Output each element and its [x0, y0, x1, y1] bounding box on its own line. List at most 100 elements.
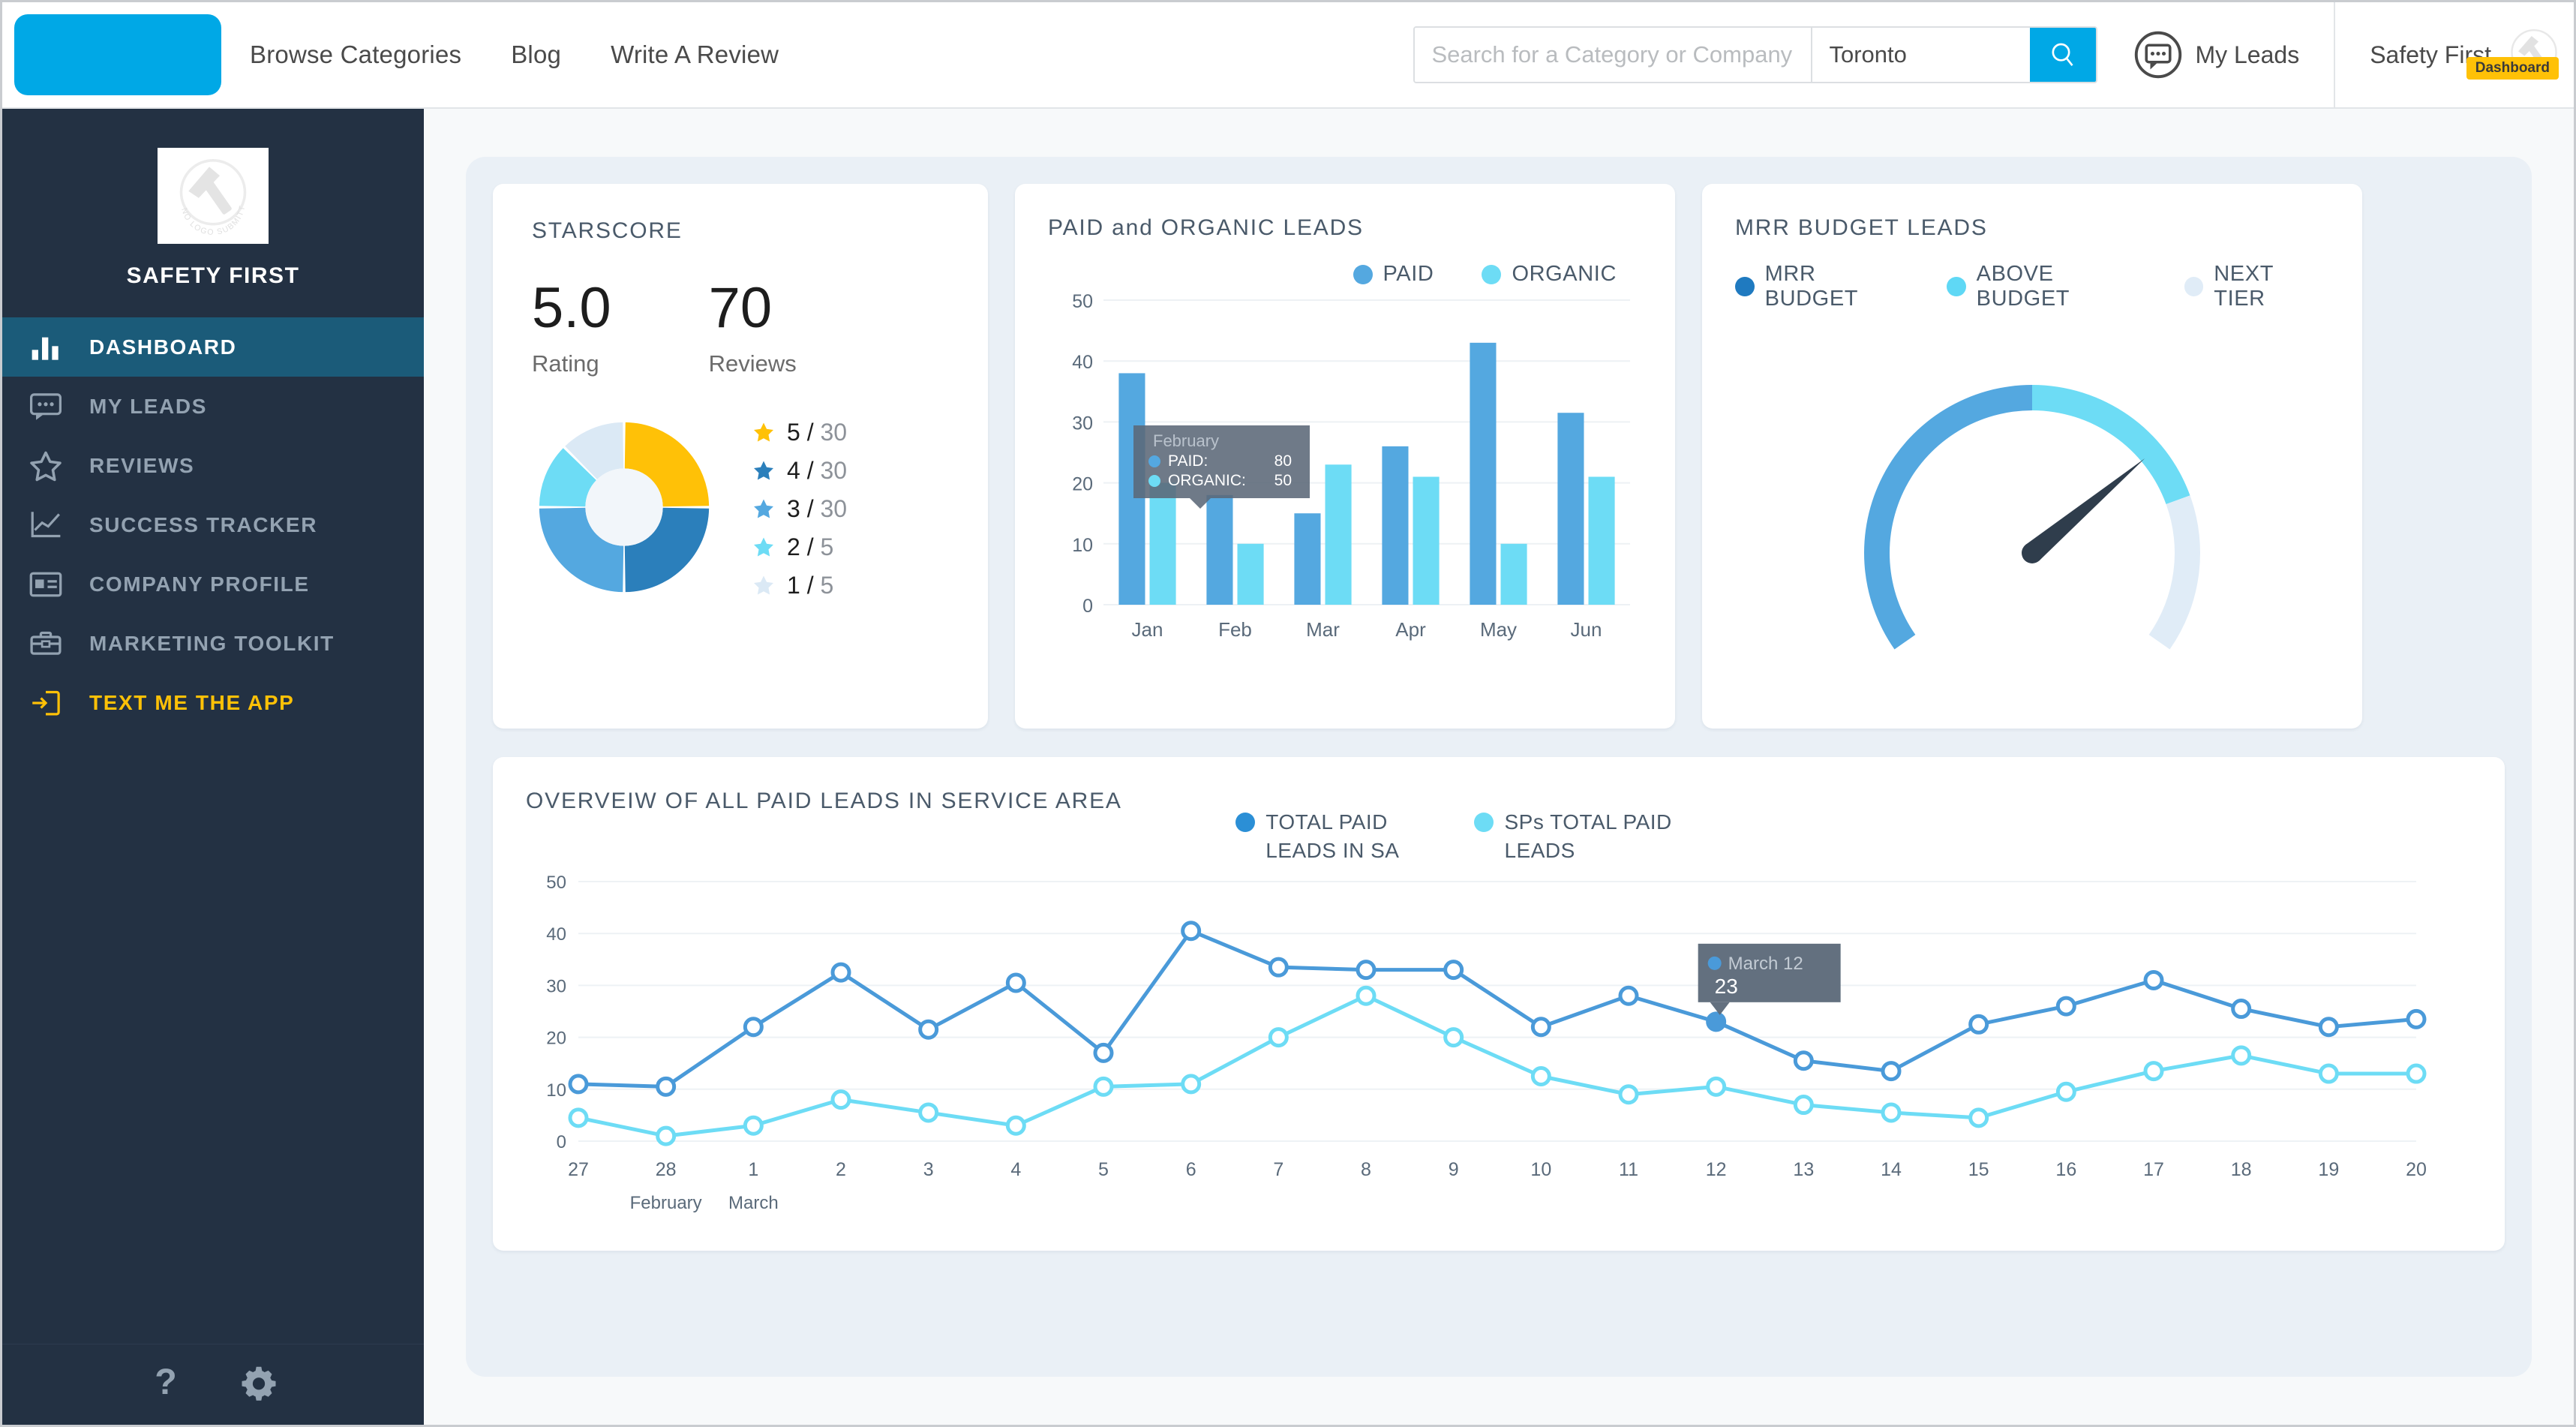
star-outline-icon	[25, 449, 67, 482]
data-point[interactable]	[1883, 1062, 1899, 1079]
sidebar-item-my-leads[interactable]: MY LEADS	[2, 377, 424, 436]
sidebar-item-success-tracker[interactable]: SUCCESS TRACKER	[2, 495, 424, 554]
data-point[interactable]	[1358, 987, 1374, 1004]
star-icon	[752, 574, 775, 596]
search-button[interactable]	[2030, 28, 2096, 82]
data-point[interactable]	[1007, 1117, 1024, 1134]
mrr-budget-gauge	[1830, 328, 2235, 680]
id-card-icon	[25, 569, 67, 599]
data-point[interactable]	[2320, 1018, 2337, 1035]
data-point[interactable]	[1795, 1096, 1812, 1113]
data-point[interactable]	[1620, 987, 1637, 1004]
data-point[interactable]	[1446, 961, 1462, 978]
legend-item-sps-total-paid-leads[interactable]: SPs TOTAL PAID LEADS	[1474, 808, 1671, 865]
gauge-segment-mrr-budget	[1864, 385, 2032, 649]
gear-icon[interactable]	[240, 1364, 278, 1405]
bar-paid[interactable]	[1557, 413, 1584, 605]
chat-bubble-icon	[2133, 30, 2183, 80]
data-point[interactable]	[1620, 1086, 1637, 1102]
location-input[interactable]	[1812, 28, 2030, 82]
data-point[interactable]	[833, 1091, 849, 1107]
data-point[interactable]	[2233, 1047, 2250, 1063]
user-menu[interactable]: Safety First NO LOGO SUBMITTED Dashbo	[2334, 2, 2574, 107]
data-point[interactable]	[1971, 1109, 1987, 1125]
x-axis-tick: 15	[1968, 1159, 1989, 1180]
brand-logo[interactable]	[14, 14, 221, 95]
legend-dot-icon	[1474, 813, 1494, 832]
legend-item-mrr-budget[interactable]: MRR BUDGET	[1735, 262, 1914, 311]
data-point[interactable]	[570, 1075, 587, 1092]
legend-item-total-paid-leads-in-sa[interactable]: TOTAL PAID LEADS IN SA	[1235, 808, 1399, 865]
starscore-title: STARSCORE	[532, 218, 949, 244]
dashboard-panel: STARSCORE 5.0 Rating 70 Reviews 5	[466, 157, 2532, 1377]
bar-paid[interactable]	[1470, 343, 1496, 605]
data-point[interactable]	[1708, 1013, 1725, 1029]
data-point[interactable]	[2058, 1083, 2074, 1100]
data-point[interactable]	[2408, 1065, 2424, 1082]
data-point[interactable]	[658, 1078, 674, 1095]
data-point[interactable]	[2145, 972, 2162, 988]
data-point[interactable]	[1270, 959, 1286, 975]
bar-organic[interactable]	[1501, 544, 1527, 605]
data-point[interactable]	[2233, 1000, 2250, 1017]
nav-link-browse-categories[interactable]: Browse Categories	[250, 41, 461, 69]
data-point[interactable]	[1533, 1068, 1549, 1084]
data-point[interactable]	[1183, 922, 1199, 939]
sidebar-item-dashboard[interactable]: DASHBOARD	[2, 317, 424, 377]
sidebar-item-reviews[interactable]: REVIEWS	[2, 436, 424, 495]
data-point[interactable]	[1095, 1044, 1112, 1061]
sidebar-item-marketing-toolkit[interactable]: MARKETING TOOLKIT	[2, 614, 424, 673]
legend-item-next-tier[interactable]: NEXT TIER	[2184, 262, 2329, 311]
data-point[interactable]	[745, 1018, 761, 1035]
nav-link-blog[interactable]: Blog	[511, 41, 561, 69]
line-chart-tooltip: March 1223	[1698, 943, 1841, 1014]
y-axis-tick: 10	[1072, 535, 1093, 556]
bar-organic[interactable]	[1150, 483, 1176, 605]
legend-item-paid[interactable]: PAID	[1353, 262, 1434, 287]
bar-organic[interactable]	[1413, 476, 1440, 605]
x-axis-tick: Mar	[1306, 618, 1340, 641]
data-point[interactable]	[920, 1021, 937, 1038]
data-point[interactable]	[1270, 1029, 1286, 1045]
bar-paid[interactable]	[1382, 446, 1408, 605]
data-point[interactable]	[1795, 1052, 1812, 1068]
x-axis-tick: 4	[1010, 1159, 1021, 1180]
gauge-needle	[2025, 458, 2145, 561]
data-point[interactable]	[1358, 961, 1374, 978]
sidebar-item-text-me-the-app[interactable]: TEXT ME THE APP	[2, 673, 424, 732]
data-point[interactable]	[1183, 1075, 1199, 1092]
sidebar-menu: DASHBOARD MY LEADS	[2, 317, 424, 732]
sidebar-item-company-profile[interactable]: COMPANY PROFILE	[2, 554, 424, 614]
data-point[interactable]	[2408, 1011, 2424, 1027]
data-point[interactable]	[2058, 998, 2074, 1014]
data-point[interactable]	[1007, 975, 1024, 991]
data-point[interactable]	[920, 1104, 937, 1121]
legend-item-organic[interactable]: ORGANIC	[1482, 262, 1617, 287]
data-point[interactable]	[570, 1109, 587, 1125]
my-leads-link[interactable]: My Leads	[2133, 30, 2299, 80]
bar-organic[interactable]	[1326, 464, 1352, 605]
data-point[interactable]	[2320, 1065, 2337, 1082]
search-input[interactable]	[1415, 28, 1812, 82]
bar-paid[interactable]	[1294, 513, 1320, 605]
nav-link-write-a-review[interactable]: Write A Review	[611, 41, 779, 69]
data-point[interactable]	[1971, 1016, 1987, 1032]
bar-organic[interactable]	[1589, 476, 1615, 605]
data-point[interactable]	[1533, 1018, 1549, 1035]
data-point[interactable]	[1095, 1078, 1112, 1095]
starscore-card: STARSCORE 5.0 Rating 70 Reviews 5	[493, 184, 988, 729]
data-point[interactable]	[745, 1117, 761, 1134]
data-point[interactable]	[1708, 1078, 1725, 1095]
tooltip-label: PAID:	[1168, 452, 1208, 470]
data-point[interactable]	[658, 1128, 674, 1144]
data-point[interactable]	[1883, 1104, 1899, 1121]
bar-organic[interactable]	[1238, 544, 1264, 605]
legend-item-above-budget[interactable]: ABOVE BUDGET	[1947, 262, 2151, 311]
data-point[interactable]	[833, 964, 849, 981]
data-point[interactable]	[2145, 1062, 2162, 1079]
bar-paid[interactable]	[1206, 495, 1232, 605]
x-axis-tick: Jan	[1132, 618, 1163, 641]
data-point[interactable]	[1446, 1029, 1462, 1045]
help-question-icon[interactable]: ?	[149, 1363, 183, 1406]
gauge-needle-hub	[2022, 542, 2043, 563]
